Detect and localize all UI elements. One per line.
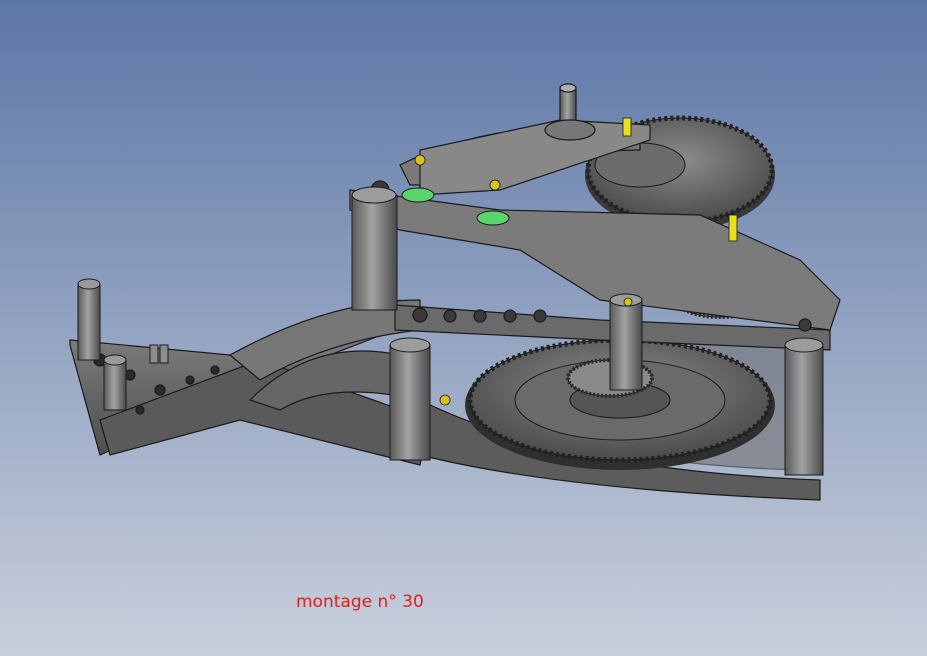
- middle-bridge: [349, 180, 841, 351]
- cad-viewport[interactable]: montage n° 30: [0, 0, 927, 656]
- assembly-caption: montage n° 30: [296, 592, 424, 612]
- clock-movement-model-icon: [69, 83, 841, 501]
